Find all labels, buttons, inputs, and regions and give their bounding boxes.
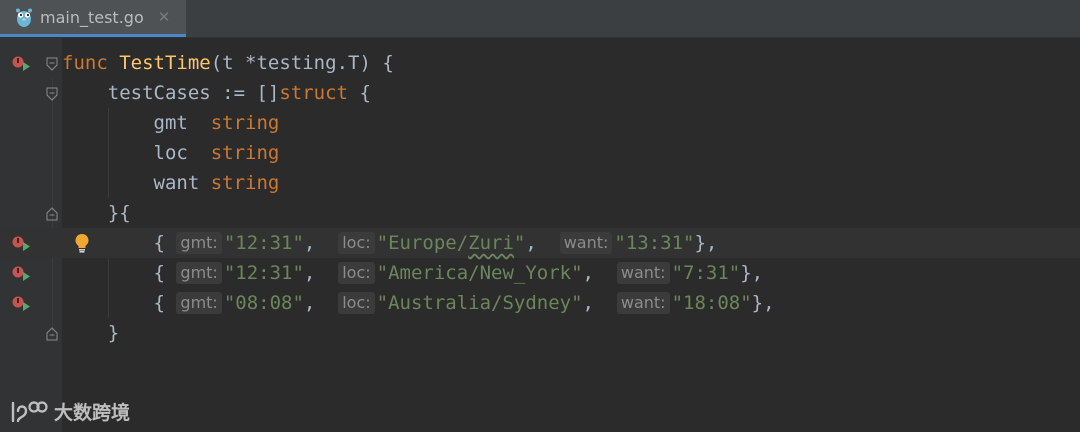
string-want: "18:08" xyxy=(671,292,752,314)
string-gmt: "12:31" xyxy=(223,232,304,254)
code-line-3: gmt string xyxy=(0,108,1080,138)
field-name: gmt xyxy=(153,112,200,134)
go-gopher-icon xyxy=(16,8,32,27)
param-hint-gmt: gmt: xyxy=(176,262,222,284)
string-loc: "Australia/Sydney" xyxy=(376,292,583,314)
code-line-6: }{ xyxy=(0,198,1080,228)
type-name: string xyxy=(210,142,280,164)
string-want: "7:31" xyxy=(671,262,741,284)
param-hint-gmt: gmt: xyxy=(176,232,222,254)
code-line-8: { gmt: "12:31", loc: "America/New_York", w… xyxy=(0,258,1080,288)
fold-end-icon[interactable] xyxy=(46,327,58,341)
keyword: struct xyxy=(279,82,348,104)
tab-main-test-go[interactable]: main_test.go ✕ xyxy=(0,0,186,37)
keyword: func xyxy=(62,52,108,74)
open-brace: { xyxy=(153,262,177,284)
code-line-10: } xyxy=(0,318,1080,348)
code-line-4: loc string xyxy=(0,138,1080,168)
watermark-text: 大数跨境 xyxy=(54,402,131,424)
code-line-9: { gmt: "08:08", loc: "Australia/Sydney", w… xyxy=(0,288,1080,318)
code-text[interactable]: { gmt: "08:08", loc: "Australia/Sydney", w… xyxy=(62,288,775,318)
string-loc: "Europe/ xyxy=(376,232,469,254)
params: (t *testing. xyxy=(210,52,349,74)
params-close: ) { xyxy=(359,52,394,74)
braces: }{ xyxy=(107,202,131,224)
type-name: T xyxy=(348,52,360,74)
identifier: testCases := [] xyxy=(107,82,280,104)
fold-icon[interactable] xyxy=(46,87,58,101)
field-name: want xyxy=(153,172,200,194)
code-line-2: testCases := []struct { xyxy=(0,78,1080,108)
string-loc-end: " xyxy=(513,232,526,254)
param-hint-want: want: xyxy=(616,292,670,314)
code-text[interactable]: } xyxy=(62,318,119,348)
close-icon[interactable]: ✕ xyxy=(158,8,171,26)
run-test-icon[interactable] xyxy=(12,265,32,281)
param-hint-loc: loc: xyxy=(338,232,375,254)
close-brace: } xyxy=(107,322,120,344)
typo-highlight[interactable]: Zuri xyxy=(468,232,514,254)
type-name: string xyxy=(210,112,280,134)
function-name: TestTime xyxy=(119,52,211,74)
code-editor: main_test.go ✕ func TestTime(t *testing.… xyxy=(0,0,1080,432)
run-test-icon[interactable] xyxy=(12,235,32,251)
code-text[interactable]: func TestTime(t *testing.T) { xyxy=(62,48,394,78)
field-name: loc xyxy=(153,142,200,164)
code-line-7: { gmt: "12:31", loc: "Europe/Zuri", want: "… xyxy=(0,228,1080,258)
close-brace: }, xyxy=(751,292,775,314)
fold-icon[interactable] xyxy=(46,57,58,71)
open-brace: { xyxy=(153,232,177,254)
code-text[interactable]: }{ xyxy=(62,198,131,228)
editor-tab-bar: main_test.go ✕ xyxy=(0,0,1080,38)
string-loc: "America/New_York" xyxy=(376,262,583,284)
watermark: 大数跨境 xyxy=(10,398,130,425)
code-text[interactable]: loc string xyxy=(62,138,280,168)
code-line-5: want string xyxy=(0,168,1080,198)
param-hint-loc: loc: xyxy=(338,292,375,314)
run-test-icon[interactable] xyxy=(12,55,32,71)
code-line-1: func TestTime(t *testing.T) { xyxy=(0,48,1080,78)
run-test-icon[interactable] xyxy=(12,295,32,311)
close-brace: }, xyxy=(694,232,718,254)
string-gmt: "08:08" xyxy=(223,292,304,314)
string-gmt: "12:31" xyxy=(223,262,304,284)
close-brace: }, xyxy=(740,262,764,284)
tab-filename: main_test.go xyxy=(40,7,144,27)
brace: { xyxy=(348,82,371,104)
code-text[interactable]: { gmt: "12:31", loc: "Europe/Zuri", want: "… xyxy=(62,228,717,258)
code-text[interactable]: { gmt: "12:31", loc: "America/New_York", w… xyxy=(62,258,763,288)
param-hint-want: want: xyxy=(559,232,613,254)
code-text[interactable]: want string xyxy=(62,168,280,198)
code-text[interactable]: testCases := []struct { xyxy=(62,78,371,108)
param-hint-want: want: xyxy=(616,262,670,284)
string-want: "13:31" xyxy=(614,232,695,254)
open-brace: { xyxy=(153,292,177,314)
param-hint-gmt: gmt: xyxy=(176,292,222,314)
logo-icon xyxy=(11,400,48,422)
fold-end-icon[interactable] xyxy=(46,207,58,221)
type-name: string xyxy=(210,172,280,194)
param-hint-loc: loc: xyxy=(338,262,375,284)
code-text[interactable]: gmt string xyxy=(62,108,280,138)
